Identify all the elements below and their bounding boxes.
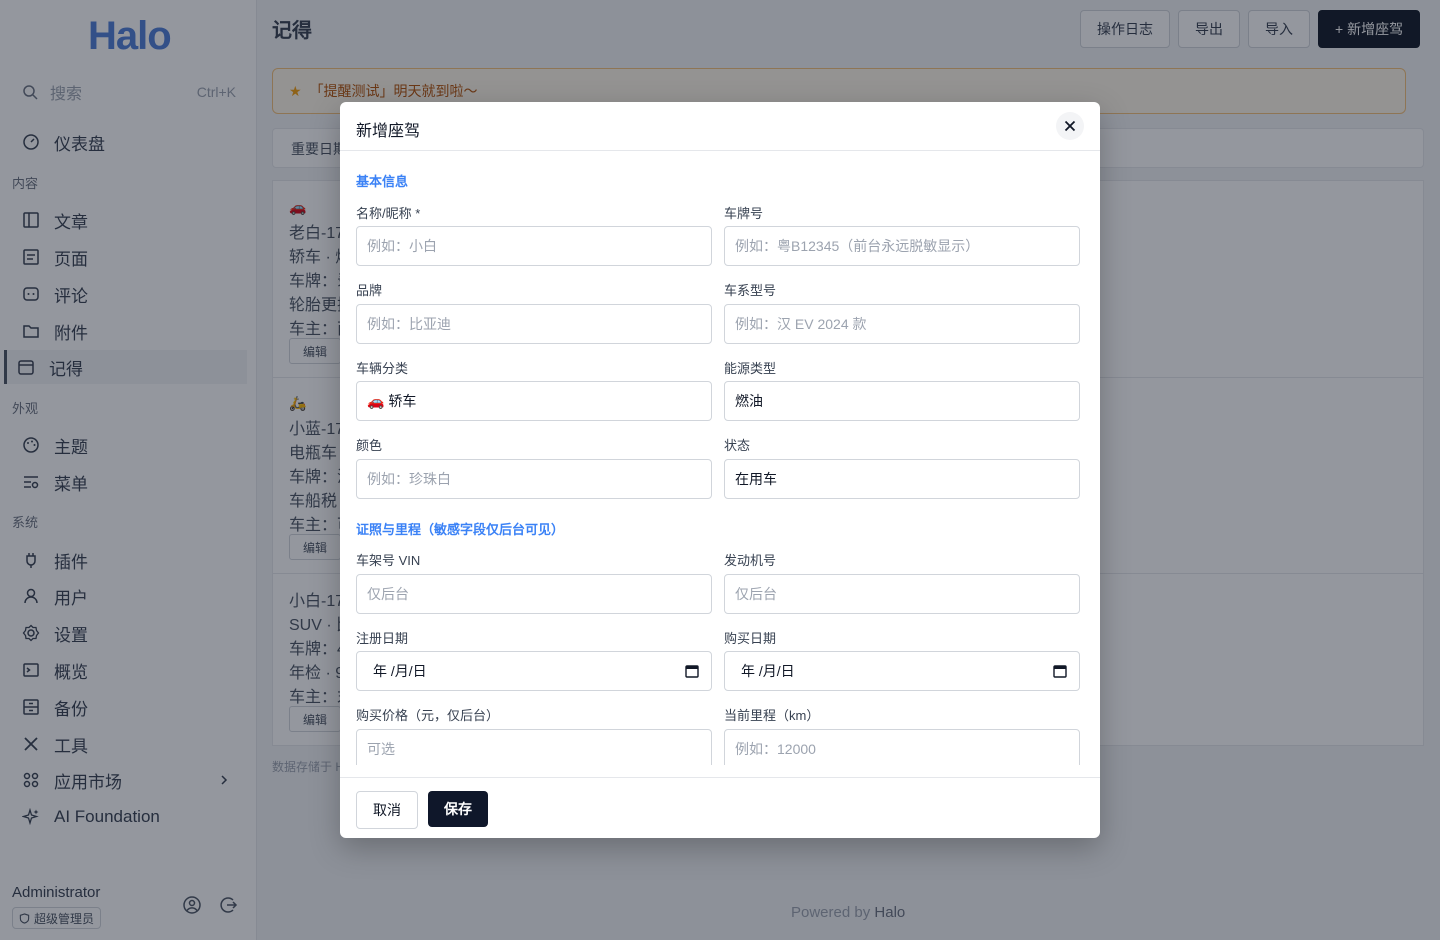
brand-input[interactable]: 例如：比亚迪 [356,304,712,344]
section-license-mileage: 证照与里程（敏感字段仅后台可见） [356,522,565,537]
name-input[interactable]: 例如：小白 [356,226,712,266]
category-select[interactable]: 🚗 轿车 [356,381,712,421]
category-label: 车辆分类 [356,361,409,376]
color-label: 颜色 [356,438,383,453]
model-input[interactable]: 例如：汉 EV 2024 款 [724,304,1080,344]
engine-input[interactable]: 仅后台 [724,574,1080,614]
buy-date-value: 年 /月/日 [741,663,795,679]
save-button[interactable]: 保存 [428,791,488,827]
plate-input[interactable]: 例如：粤B12345（前台永远脱敏显示） [724,226,1080,266]
buy-date-input[interactable]: 年 /月/日 [724,651,1080,691]
plate-label: 车牌号 [724,206,764,221]
close-icon [1064,120,1076,132]
dialog-header: 新增座驾 [340,102,1100,151]
name-label: 名称/昵称 * [356,206,421,221]
reg-date-value: 年 /月/日 [373,663,427,679]
calendar-icon[interactable] [685,664,699,678]
buy-date-label: 购买日期 [724,631,777,646]
energy-label: 能源类型 [724,361,777,376]
dialog-footer: 取消 保存 [340,777,1100,838]
engine-label: 发动机号 [724,553,777,568]
price-label: 购买价格（元，仅后台） [356,708,500,723]
cancel-button[interactable]: 取消 [356,791,418,829]
energy-select[interactable]: 燃油 [724,381,1080,421]
reg-date-label: 注册日期 [356,631,409,646]
dialog-title: 新增座驾 [356,123,421,140]
price-input[interactable]: 可选 [356,729,712,765]
dialog-body[interactable]: 基本信息 名称/昵称 * 例如：小白 车牌号 例如：粤B12345（前台永远脱敏… [340,151,1100,765]
mileage-input[interactable]: 例如：12000 [724,729,1080,765]
model-label: 车系型号 [724,283,777,298]
status-select[interactable]: 在用车 [724,459,1080,499]
close-button[interactable] [1056,112,1084,140]
status-label: 状态 [724,438,751,453]
vin-label: 车架号 VIN [356,553,421,568]
calendar-icon[interactable] [1053,664,1067,678]
vin-input[interactable]: 仅后台 [356,574,712,614]
brand-label: 品牌 [356,283,383,298]
color-input[interactable]: 例如：珍珠白 [356,459,712,499]
section-basic-info: 基本信息 [356,174,409,189]
reg-date-input[interactable]: 年 /月/日 [356,651,712,691]
add-vehicle-dialog: 新增座驾 基本信息 名称/昵称 * 例如：小白 车牌号 例如：粤B12345（前… [340,102,1100,838]
mileage-label: 当前里程（km） [724,708,820,723]
